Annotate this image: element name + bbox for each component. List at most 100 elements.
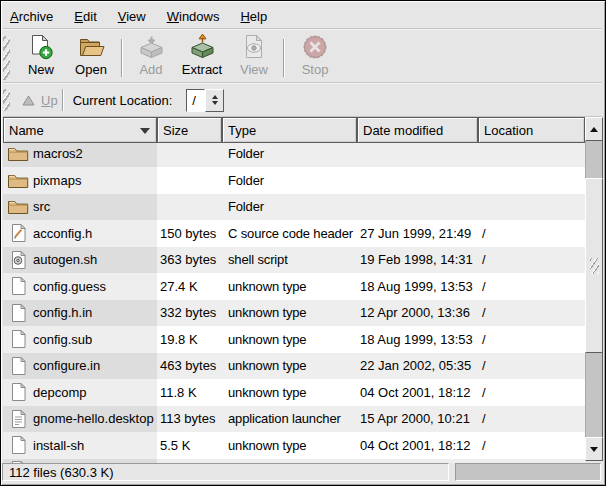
location-combo: / bbox=[186, 89, 224, 112]
file-row-gnome-hello.desktop[interactable]: gnome-hello.desktop113 bytesapplication … bbox=[3, 406, 585, 433]
cell-date-modified: 04 Oct 2001, 18:12 bbox=[357, 379, 478, 406]
column-header-type[interactable]: Type bbox=[222, 117, 357, 143]
cell-size: 363 bytes bbox=[157, 247, 222, 274]
cell-date-modified: 22 Jan 2002, 05:35 bbox=[357, 353, 478, 380]
menu-help[interactable]: Help bbox=[240, 9, 267, 24]
file-list-header: NameSizeTypeDate modifiedLocation bbox=[3, 117, 585, 143]
document-icon bbox=[7, 276, 29, 296]
cell-name: autogen.sh bbox=[3, 247, 157, 274]
open-button-label: Open bbox=[75, 62, 107, 77]
location-bar: Up Current Location: / bbox=[3, 86, 602, 114]
file-row-depcomp[interactable]: depcomp11.8 Kunknown type04 Oct 2001, 18… bbox=[3, 379, 585, 406]
toolbar-drag-handle[interactable] bbox=[3, 36, 10, 80]
add-button-label: Add bbox=[139, 62, 162, 77]
toolbar-group-separator bbox=[283, 39, 285, 77]
column-header-location[interactable]: Location bbox=[478, 117, 585, 143]
scrollbar-up-button[interactable] bbox=[585, 117, 603, 141]
current-location-label: Current Location: bbox=[73, 93, 173, 108]
cell-type: unknown type bbox=[222, 273, 357, 300]
location-bar-separator bbox=[62, 89, 64, 111]
document-icon bbox=[7, 329, 29, 349]
up-button[interactable]: Up bbox=[22, 93, 58, 108]
cell-name: config.sub bbox=[3, 326, 157, 353]
cell-size: 463 bytes bbox=[157, 353, 222, 380]
file-row-pixmaps[interactable]: pixmapsFolder bbox=[3, 167, 585, 194]
file-name: configure.in bbox=[33, 358, 100, 373]
up-arrow-icon bbox=[22, 95, 35, 106]
file-row-macros2[interactable]: macros2Folder bbox=[3, 143, 585, 167]
menu-edit[interactable]: Edit bbox=[74, 9, 96, 24]
location-combo-entry[interactable]: / bbox=[186, 89, 205, 112]
file-row-autogen.sh[interactable]: autogen.sh363 bytesshell script19 Feb 19… bbox=[3, 247, 585, 274]
cell-type: application launcher bbox=[222, 406, 357, 433]
file-row-src[interactable]: src Folder bbox=[3, 194, 585, 221]
new-button[interactable]: New bbox=[22, 34, 60, 82]
menu-view[interactable]: View bbox=[118, 9, 146, 24]
c-source-icon bbox=[7, 223, 29, 243]
file-list-body: macros2FolderpixmapsFoldersrc Folderaccon… bbox=[3, 143, 585, 463]
location-combo-dropdown-button[interactable] bbox=[205, 89, 224, 112]
view-button-label: View bbox=[240, 62, 268, 77]
cell-size: 113 bytes bbox=[157, 406, 222, 433]
menu-bar: Archive Edit View Windows Help bbox=[3, 3, 602, 29]
cell-name: src bbox=[3, 194, 157, 221]
file-row-config.guess[interactable]: config.guess27.4 Kunknown type18 Aug 199… bbox=[3, 273, 585, 300]
column-header-date-modified[interactable]: Date modified bbox=[357, 117, 478, 143]
cell-name: pixmaps bbox=[3, 167, 157, 194]
location-bar-drag-handle[interactable] bbox=[3, 89, 10, 111]
cell-location: / bbox=[478, 300, 585, 327]
open-button[interactable]: Open bbox=[67, 34, 115, 82]
cell-name: macros2 bbox=[3, 143, 157, 167]
status-text: 112 files (630.3 K) bbox=[9, 465, 114, 480]
cell-location: / bbox=[478, 432, 585, 459]
file-name: config.sub bbox=[33, 332, 92, 347]
file-row-install-sh[interactable]: install-sh5.5 Kunknown type04 Oct 2001, … bbox=[3, 432, 585, 459]
cell-type: Folder bbox=[222, 194, 357, 221]
vertical-scrollbar bbox=[585, 117, 603, 461]
sort-descending-icon bbox=[140, 128, 150, 134]
folder-icon bbox=[7, 144, 29, 163]
scrollbar-thumb[interactable] bbox=[585, 178, 603, 353]
extract-button[interactable]: Extract bbox=[175, 34, 229, 82]
toolbar-separator bbox=[3, 82, 602, 84]
menu-archive[interactable]: Archive bbox=[10, 9, 53, 24]
cell-location: / bbox=[478, 247, 585, 274]
view-button[interactable]: View bbox=[231, 34, 277, 82]
folder-icon bbox=[7, 197, 29, 216]
stop-button[interactable]: Stop bbox=[293, 34, 337, 82]
new-button-label: New bbox=[28, 62, 54, 77]
cell-date-modified: 19 Feb 1998, 14:31 bbox=[357, 247, 478, 274]
cell-name: install-sh bbox=[3, 432, 157, 459]
file-name: macros2 bbox=[33, 146, 83, 161]
add-files-icon bbox=[138, 34, 165, 60]
cell-date-modified: 18 Aug 1999, 13:53 bbox=[357, 273, 478, 300]
combo-down-arrow-icon bbox=[212, 101, 218, 105]
file-row-configure.in[interactable]: configure.in463 bytesunknown type22 Jan … bbox=[3, 353, 585, 380]
file-row-config.h.in[interactable]: config.h.in332 bytesunknown type12 Apr 2… bbox=[3, 300, 585, 327]
cell-location bbox=[478, 143, 585, 167]
extract-button-label: Extract bbox=[182, 62, 222, 77]
scrollbar-down-button[interactable] bbox=[585, 437, 603, 461]
scrollbar-trough[interactable] bbox=[585, 141, 603, 437]
column-header-size[interactable]: Size bbox=[157, 117, 222, 143]
file-row-config.sub[interactable]: config.sub19.8 Kunknown type18 Aug 1999,… bbox=[3, 326, 585, 353]
column-header-name[interactable]: Name bbox=[3, 117, 157, 143]
scrollbar-thumb-grip bbox=[590, 258, 599, 274]
add-button[interactable]: Add bbox=[129, 34, 173, 82]
cell-location: / bbox=[478, 220, 585, 247]
cell-name: depcomp bbox=[3, 379, 157, 406]
file-name: install-sh bbox=[33, 438, 84, 453]
stop-icon bbox=[302, 34, 328, 60]
toolbar: New Open Add Extract View Stop bbox=[3, 31, 602, 84]
stop-button-label: Stop bbox=[302, 62, 329, 77]
cell-date-modified: 18 Aug 1999, 13:53 bbox=[357, 326, 478, 353]
cell-size: 19.8 K bbox=[157, 326, 222, 353]
document-icon bbox=[7, 356, 29, 376]
toolbar-group-separator bbox=[121, 39, 123, 77]
file-name: depcomp bbox=[33, 385, 86, 400]
cell-location: / bbox=[478, 379, 585, 406]
file-row-acconfig.h[interactable]: acconfig.h150 bytesC source code header2… bbox=[3, 220, 585, 247]
menu-windows[interactable]: Windows bbox=[167, 9, 220, 24]
cell-date-modified bbox=[357, 167, 478, 194]
cell-size bbox=[157, 167, 222, 194]
